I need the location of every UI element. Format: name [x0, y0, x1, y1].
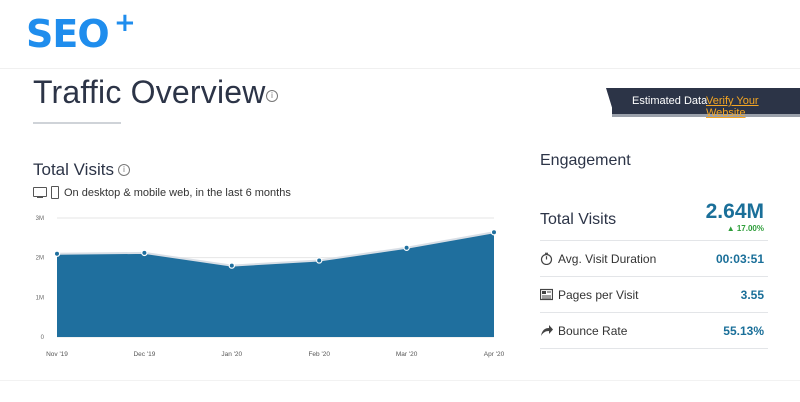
engagement-title: Engagement	[540, 152, 631, 169]
metric-label: Avg. Visit Duration	[558, 252, 657, 266]
data-point[interactable]	[53, 250, 61, 257]
data-point[interactable]	[490, 229, 498, 236]
x-tick-label: Mar '20	[396, 351, 418, 358]
x-tick-label: Feb '20	[308, 351, 330, 358]
metric-value: 55.13%	[723, 324, 764, 338]
metric-divider	[540, 348, 768, 349]
bounce-arrow-icon	[541, 325, 553, 336]
metric-label: Bounce Rate	[558, 324, 628, 338]
device-scope-text: On desktop & mobile web, in the last 6 m…	[64, 187, 291, 199]
y-tick-label: 1M	[36, 295, 44, 301]
visits-area	[57, 232, 494, 337]
desktop-stand	[37, 197, 43, 198]
page-title: Traffic Overview	[33, 74, 266, 110]
total-visits-title: Total Visits	[33, 160, 114, 179]
y-tick-label: 2M	[36, 256, 44, 262]
logo[interactable]: SEO +	[26, 8, 136, 56]
metric-row-bounce-rate: Bounce Rate 55.13%	[540, 312, 768, 349]
visits-change-value: 17.00%	[736, 224, 764, 233]
info-icon[interactable]: i	[118, 164, 130, 176]
logo-text: SEO	[26, 12, 110, 56]
title-underline	[33, 122, 121, 124]
data-point[interactable]	[316, 257, 323, 264]
estimated-data-label: Estimated Data	[632, 95, 708, 107]
data-point[interactable]	[403, 244, 410, 251]
stopwatch-icon	[540, 252, 553, 265]
data-point[interactable]	[228, 262, 235, 269]
up-arrow-icon: ▲	[726, 224, 735, 233]
logo-plus: +	[114, 8, 136, 38]
metric-label: Pages per Visit	[558, 288, 639, 302]
x-tick-label: Nov '19	[46, 351, 68, 358]
info-icon[interactable]: i	[266, 90, 278, 102]
y-tick-label: 0	[41, 335, 45, 341]
header-divider	[0, 68, 800, 69]
metric-row-pages-per-visit: Pages per Visit 3.55	[540, 276, 768, 313]
x-tick-label: Jan '20	[221, 351, 242, 358]
x-tick-label: Apr '20	[484, 351, 505, 358]
pages-icon	[540, 288, 553, 301]
desktop-icon	[33, 187, 47, 197]
metric-value: 3.55	[740, 288, 764, 302]
visits-area-chart: 0 1M 2M 3M Nov '19 Dec '19 Jan '20 Feb '20 Mar …	[36, 216, 505, 358]
metric-value: 00:03:51	[715, 252, 764, 266]
x-tick-label: Dec '19	[133, 351, 155, 358]
y-tick-label: 3M	[36, 216, 44, 222]
verify-website-link[interactable]: Verify Your Website	[706, 95, 800, 119]
page-bottom-divider	[0, 380, 800, 381]
engagement-total-visits-value: 2.64M	[705, 200, 764, 223]
engagement-total-visits-label: Total Visits	[540, 211, 617, 228]
data-point[interactable]	[141, 249, 148, 257]
metric-row-avg-visit-duration: Avg. Visit Duration 00:03:51	[540, 240, 768, 277]
visits-change: ▲ 17.00%	[727, 224, 764, 233]
mobile-icon	[51, 186, 59, 199]
